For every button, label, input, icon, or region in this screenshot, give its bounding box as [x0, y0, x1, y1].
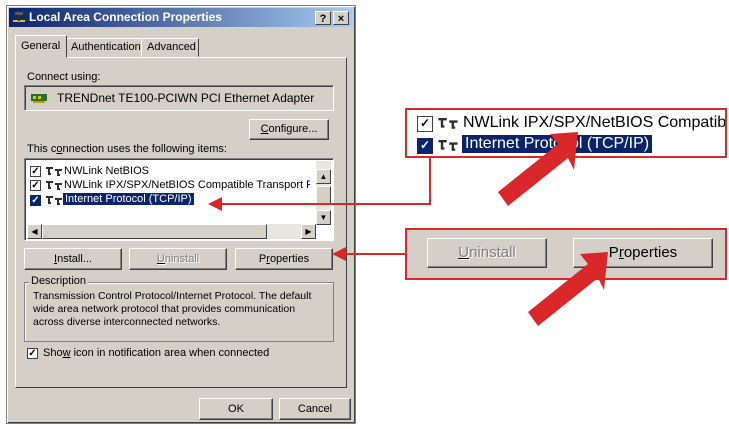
network-connection-icon	[13, 12, 25, 22]
cancel-button[interactable]: Cancel	[279, 398, 351, 420]
item-label: Internet Protocol (TCP/IP)	[62, 192, 195, 206]
item-checkbox[interactable]: ✓	[30, 180, 41, 191]
configure-button[interactable]: Configure...	[249, 119, 329, 140]
scroll-left-icon[interactable]: ◀	[27, 224, 42, 239]
pointer-arrow-icon	[528, 252, 608, 326]
show-icon-label: Show icon in notification area when conn…	[43, 347, 270, 359]
scroll-up-icon[interactable]: ▲	[316, 169, 331, 184]
network-protocol-icon	[46, 181, 62, 190]
item-label: NWLink IPX/SPX/NetBIOS Compatible Transp…	[64, 179, 310, 191]
arrowhead-icon	[208, 197, 222, 211]
network-protocol-icon	[438, 118, 458, 129]
components-list[interactable]: ✓ NWLink NetBIOS ✓ NWLink IPX/SPX/NetBIO…	[24, 158, 334, 241]
window-title: Local Area Connection Properties	[29, 10, 222, 24]
zoom-checkbox: ✓	[417, 138, 433, 154]
help-button[interactable]: ?	[315, 11, 331, 25]
arrowhead-icon	[332, 247, 346, 261]
network-protocol-icon	[46, 196, 62, 205]
show-icon-checkbox[interactable]: ✓	[27, 348, 38, 359]
properties-dialog: Local Area Connection Properties ? × Gen…	[6, 5, 356, 424]
callout-connector	[345, 253, 407, 255]
adapter-name: TRENDnet TE100-PCIWN PCI Ethernet Adapte…	[57, 91, 315, 105]
item-label: NWLink NetBIOS	[64, 165, 149, 177]
install-button[interactable]: Install...	[24, 248, 122, 270]
item-checkbox[interactable]: ✓	[30, 195, 41, 206]
properties-button[interactable]: Properties	[235, 248, 333, 270]
adapter-field: TRENDnet TE100-PCIWN PCI Ethernet Adapte…	[24, 85, 334, 111]
connect-using-label: Connect using:	[27, 71, 101, 83]
scroll-thumb[interactable]	[316, 186, 331, 204]
items-label: This connection uses the following items…	[27, 143, 227, 155]
network-protocol-icon	[46, 167, 62, 176]
tab-authentication[interactable]: Authentication	[65, 38, 142, 57]
uninstall-button[interactable]: Uninstall	[129, 248, 227, 270]
close-button[interactable]: ×	[333, 11, 349, 25]
list-item[interactable]: ✓ NWLink NetBIOS	[30, 165, 310, 179]
description-label: Description	[29, 275, 89, 287]
pointer-arrow-icon	[498, 132, 578, 206]
callout-connector	[218, 203, 431, 205]
scroll-right-icon[interactable]: ▶	[301, 224, 316, 239]
callout-connector	[429, 157, 431, 204]
list-item[interactable]: ✓ NWLink IPX/SPX/NetBIOS Compatible Tran…	[30, 179, 310, 193]
tab-general[interactable]: General	[15, 35, 67, 58]
ok-button[interactable]: OK	[199, 398, 273, 420]
list-item-selected[interactable]: ✓ Internet Protocol (TCP/IP)	[30, 192, 310, 208]
title-bar[interactable]: Local Area Connection Properties ? ×	[9, 8, 353, 27]
network-protocol-icon	[438, 140, 458, 151]
zoom-checkbox: ✓	[417, 116, 433, 132]
network-adapter-icon	[31, 94, 47, 103]
scroll-thumb-horizontal[interactable]	[42, 224, 267, 239]
item-checkbox[interactable]: ✓	[30, 166, 41, 177]
tab-advanced[interactable]: Advanced	[141, 38, 199, 57]
scroll-down-icon[interactable]: ▼	[316, 210, 331, 225]
description-text: Transmission Control Protocol/Internet P…	[33, 290, 312, 328]
